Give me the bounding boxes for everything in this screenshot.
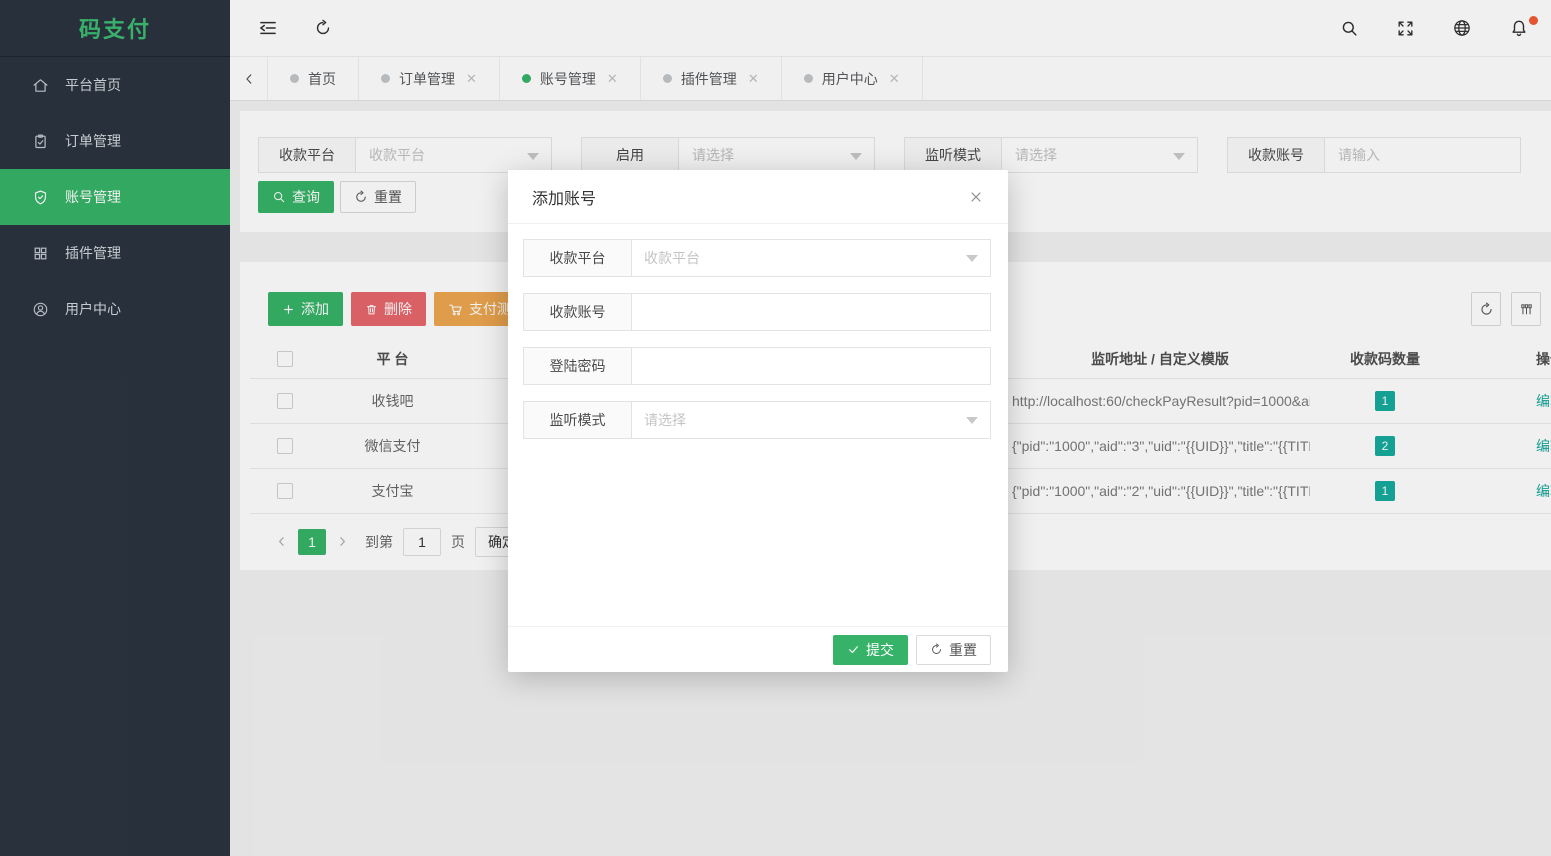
platform-select[interactable]: 收款平台: [632, 240, 990, 276]
add-account-modal: 添加账号 收款平台 收款平台 收款账号 登陆密码 监听模式: [508, 170, 1008, 672]
modal-body: 收款平台 收款平台 收款账号 登陆密码 监听模式 请选择: [508, 224, 1008, 439]
modal-close-icon[interactable]: [968, 189, 984, 205]
modal-title: 添加账号: [532, 185, 596, 209]
chevron-down-icon: [966, 255, 978, 262]
account-number-input[interactable]: [644, 304, 962, 320]
modal-footer: 提交 重置: [508, 626, 1008, 672]
modal-reset-button-label: 重置: [949, 640, 977, 660]
listen-mode-select[interactable]: 请选择: [632, 402, 990, 438]
check-icon: [847, 643, 860, 656]
modal-reset-button[interactable]: 重置: [916, 635, 991, 665]
field-label: 登陆密码: [524, 348, 632, 384]
submit-button[interactable]: 提交: [833, 635, 908, 665]
modal-field-password: 登陆密码: [523, 347, 991, 385]
chevron-down-icon: [966, 417, 978, 424]
modal-field-account: 收款账号: [523, 293, 991, 331]
login-password-input[interactable]: [644, 358, 962, 374]
refresh-icon: [930, 643, 943, 656]
field-label: 收款平台: [524, 240, 632, 276]
modal-field-listen-mode: 监听模式 请选择: [523, 401, 991, 439]
field-label: 收款账号: [524, 294, 632, 330]
select-placeholder: 请选择: [644, 410, 686, 430]
app-screen: 码支付 平台首页 订单管理 账号管理 插件管理 用户中心: [0, 0, 1551, 856]
submit-button-label: 提交: [866, 640, 894, 660]
select-placeholder: 收款平台: [644, 248, 700, 268]
modal-header: 添加账号: [508, 170, 1008, 224]
modal-field-platform: 收款平台 收款平台: [523, 239, 991, 277]
field-label: 监听模式: [524, 402, 632, 438]
